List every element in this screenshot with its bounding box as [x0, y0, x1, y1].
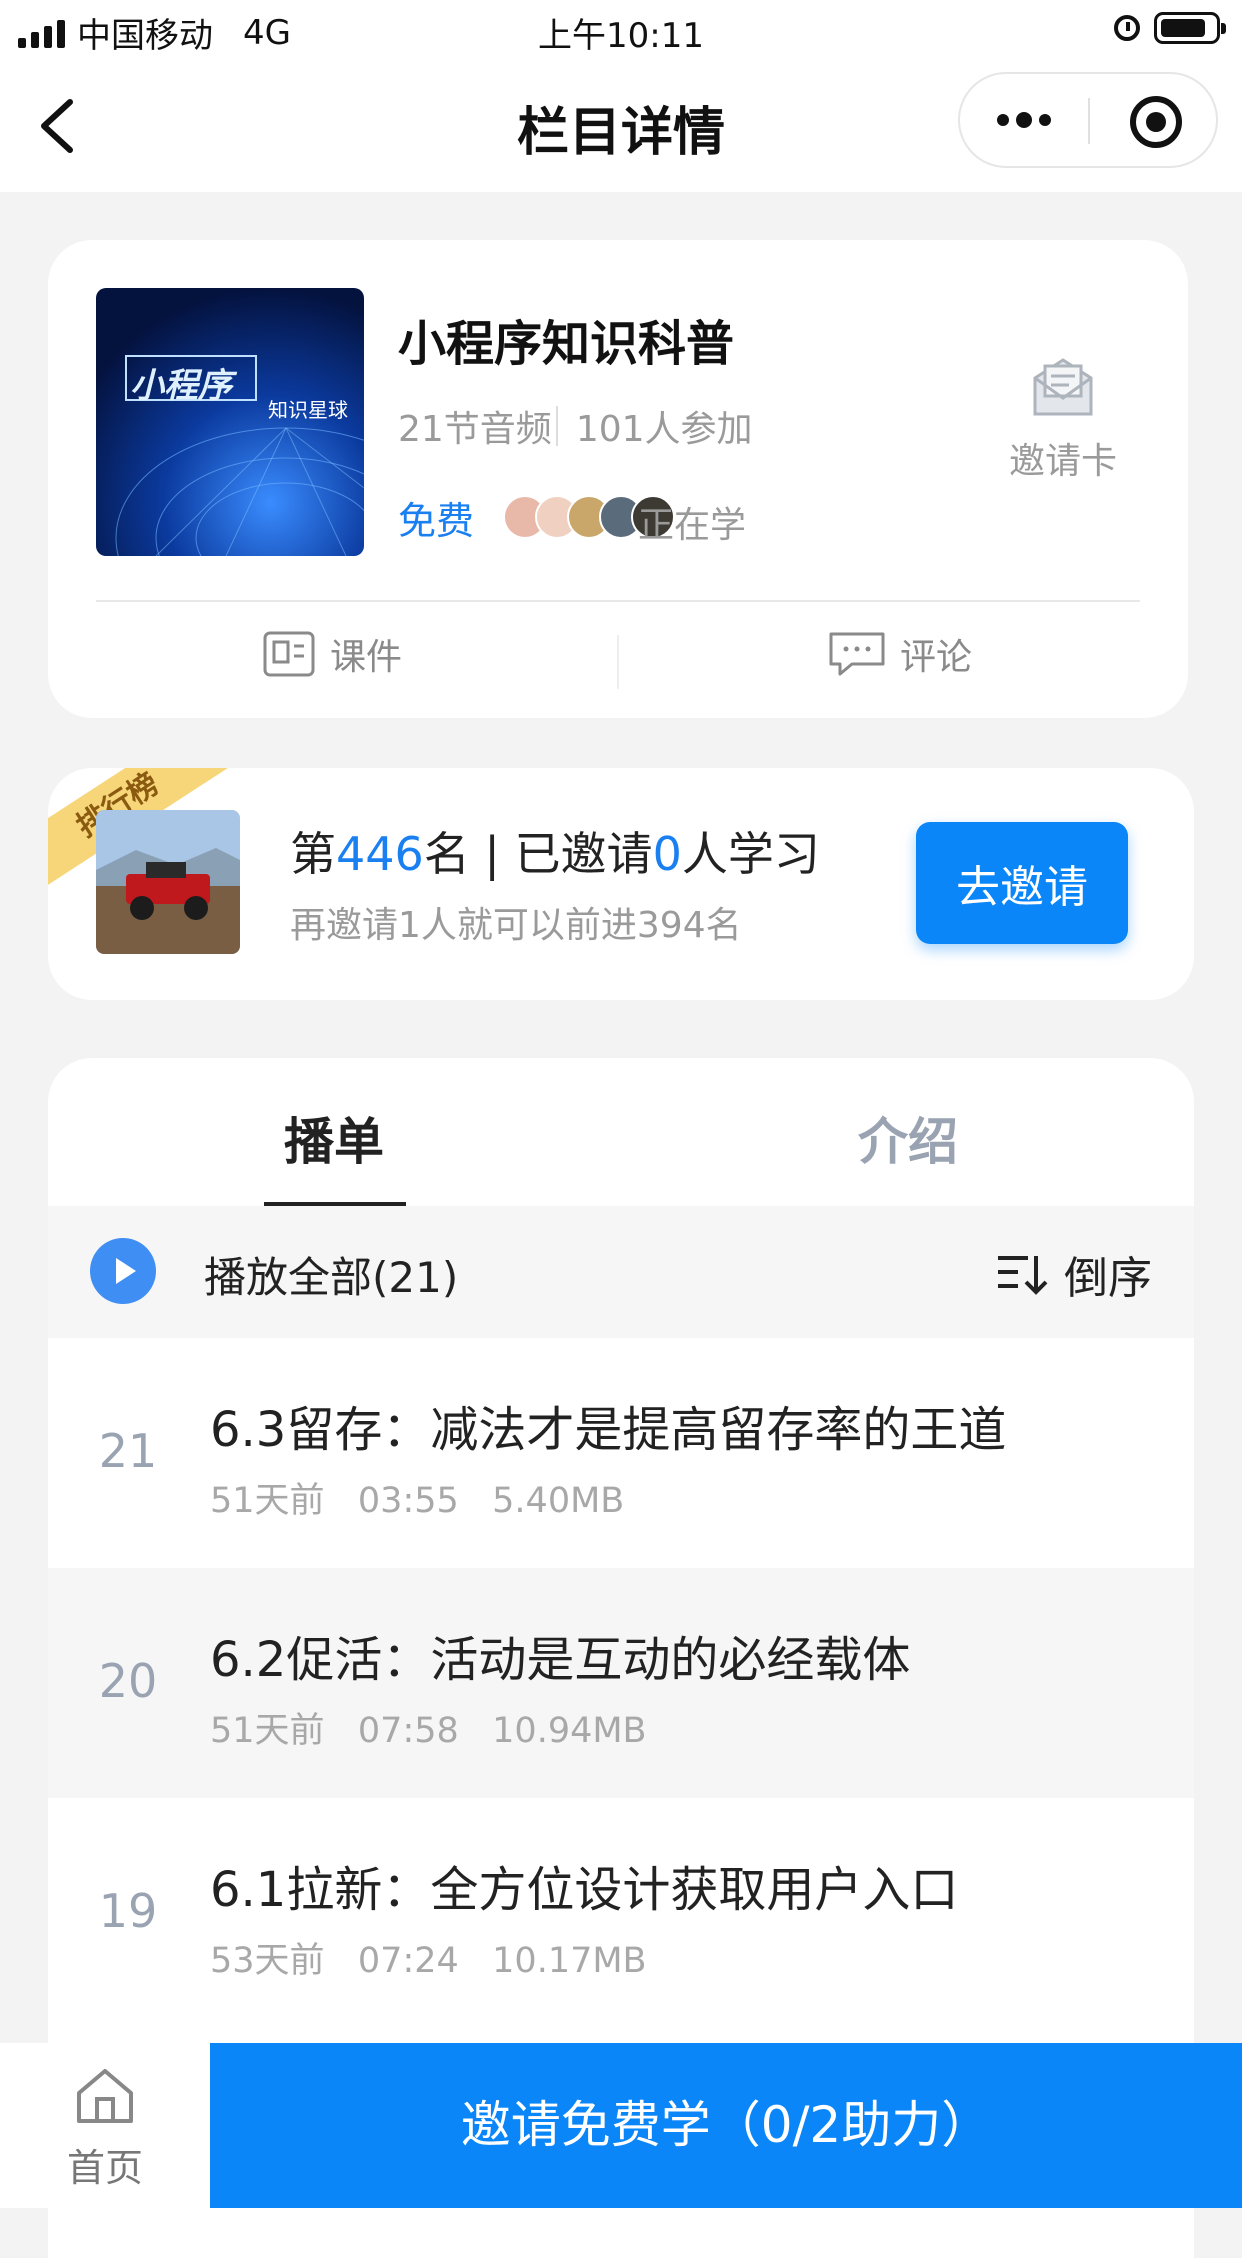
- rank-summary: 第446名 | 已邀请0人学习: [290, 818, 820, 884]
- play-all-button[interactable]: 播放全部(21): [204, 1244, 458, 1305]
- tab-intro[interactable]: 介绍: [858, 1102, 958, 1174]
- rank-value: 446: [336, 827, 424, 881]
- column-cover-image[interactable]: 小程序 知识星球: [96, 288, 364, 556]
- play-all-bar: 播放全部(21) 倒序: [48, 1206, 1194, 1338]
- studying-label: 正在学: [638, 505, 747, 546]
- item-meta: 53天前 07:24 10.17MB: [210, 1941, 647, 1981]
- item-title: 6.3留存：减法才是提高留存率的王道: [210, 1402, 1007, 1458]
- lesson-count: 21节音频: [398, 409, 552, 450]
- envelope-icon: [1033, 358, 1093, 416]
- comments-label: 评论: [900, 637, 973, 678]
- bottom-bar: 首页 邀请免费学（0/2助力）: [0, 2043, 1242, 2208]
- sort-button[interactable]: 倒序: [996, 1242, 1152, 1306]
- nav-bar: 栏目详情: [0, 62, 1242, 192]
- cover-subtitle: 知识星球: [268, 398, 348, 422]
- column-title: 小程序知识科普: [398, 316, 735, 372]
- more-options-icon[interactable]: [960, 74, 1088, 166]
- invite-free-study-button[interactable]: 邀请免费学（0/2助力）: [210, 2043, 1242, 2208]
- item-meta: 51天前 03:55 5.40MB: [210, 1481, 625, 1521]
- battery-icon: [1154, 12, 1226, 44]
- column-meta: 21节音频 101人参加: [398, 400, 753, 452]
- participant-count: 101人参加: [575, 409, 753, 450]
- meta-divider: [555, 406, 558, 446]
- close-mini-program-icon[interactable]: [1130, 96, 1182, 148]
- clock: 上午10:11: [538, 16, 704, 56]
- rank-hint: 再邀请1人就可以前进394名: [290, 905, 742, 946]
- tab-playlist[interactable]: 播单: [284, 1102, 384, 1174]
- column-card: 小程序 知识星球 小程序知识科普 21节音频 101人参加 免费 正在学 邀请卡: [48, 240, 1188, 718]
- sort-label: 倒序: [1064, 1253, 1152, 1304]
- item-meta: 51天前 07:58 10.94MB: [210, 1711, 647, 1751]
- ranking-card: 排行榜 第446名 | 已邀请0人学习 再邀请1人就可以前进394名 去邀请: [48, 768, 1194, 1000]
- comments-button[interactable]: 评论: [828, 628, 972, 680]
- card-divider: [96, 600, 1140, 602]
- list-item[interactable]: 20 6.2促活：活动是互动的必经载体 51天前 07:58 10.94MB: [48, 1568, 1194, 1798]
- ranking-thumbnail: [96, 810, 240, 954]
- item-number: 21: [98, 1424, 158, 1478]
- mini-program-capsule: [958, 72, 1218, 168]
- home-button[interactable]: 首页: [0, 2043, 210, 2208]
- courseware-button[interactable]: 课件: [262, 628, 402, 680]
- price-label: 免费: [398, 499, 475, 543]
- alarm-icon: [1114, 15, 1140, 41]
- home-icon: [77, 2069, 133, 2123]
- item-number: 19: [98, 1884, 158, 1938]
- cover-title: 小程序: [130, 366, 232, 406]
- invite-card-button[interactable]: 邀请卡: [988, 348, 1138, 484]
- rank-prefix: 第: [290, 827, 336, 881]
- item-number: 20: [98, 1654, 158, 1708]
- sort-icon: [998, 1256, 1048, 1295]
- invite-card-label: 邀请卡: [1008, 441, 1117, 482]
- list-item[interactable]: 19 6.1拉新：全方位设计获取用户入口 53天前 07:24 10.17MB: [48, 1798, 1194, 2028]
- go-invite-button[interactable]: 去邀请: [916, 822, 1128, 944]
- invited-suffix: 人学习: [681, 827, 820, 881]
- tab-divider: [617, 635, 619, 689]
- rank-suffix: 名 | 已邀请: [423, 827, 653, 881]
- comment-icon: [829, 632, 885, 676]
- item-title: 6.2促活：活动是互动的必经载体: [210, 1632, 911, 1688]
- back-arrow-icon[interactable]: [30, 96, 90, 156]
- courseware-label: 课件: [330, 637, 403, 678]
- play-icon[interactable]: [90, 1238, 156, 1304]
- home-label: 首页: [66, 2146, 143, 2190]
- status-right: [1114, 12, 1226, 44]
- list-item[interactable]: 21 6.3留存：减法才是提高留存率的王道 51天前 03:55 5.40MB: [48, 1338, 1194, 1568]
- invited-count: 0: [652, 827, 682, 881]
- status-bar: 中国移动 4G 上午10:11: [0, 0, 1242, 62]
- courseware-icon: [263, 631, 315, 677]
- capsule-divider: [1088, 98, 1090, 144]
- item-title: 6.1拉新：全方位设计获取用户入口: [210, 1862, 959, 1918]
